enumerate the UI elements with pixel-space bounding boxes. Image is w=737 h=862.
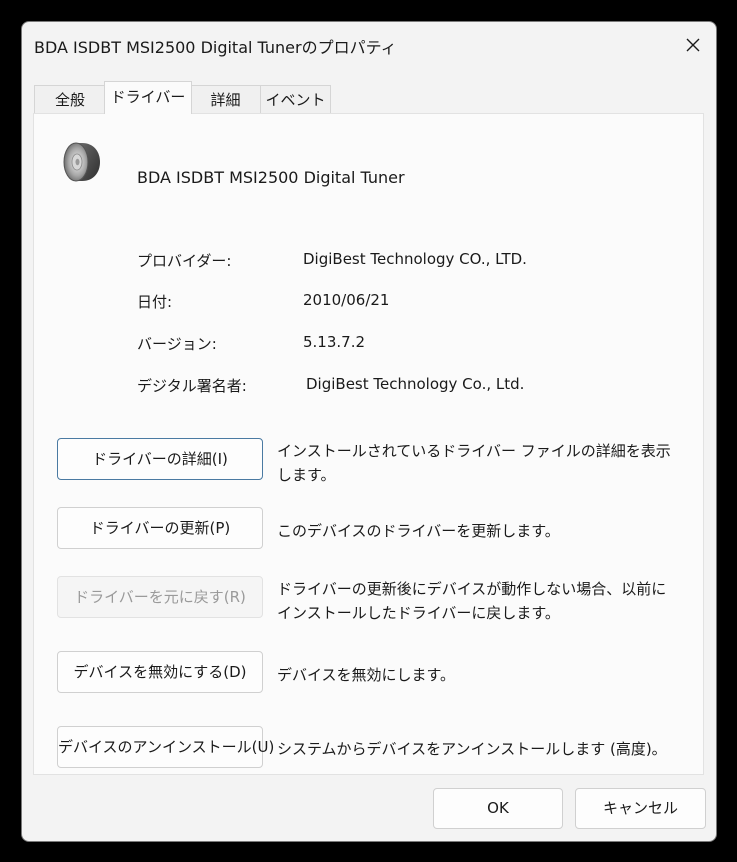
date-label: 日付: bbox=[137, 293, 173, 311]
date-value: 2010/06/21 bbox=[303, 291, 390, 309]
driver-tab-panel: BDA ISDBT MSI2500 Digital Tuner プロバイダー: … bbox=[33, 113, 704, 775]
device-name: BDA ISDBT MSI2500 Digital Tuner bbox=[137, 168, 405, 187]
uninstall-device-button[interactable]: デバイスのアンインストール(U) bbox=[57, 726, 274, 768]
rollback-driver-description: ドライバーの更新後にデバイスが動作しない場合、以前にインストールしたドライバーに… bbox=[277, 580, 667, 622]
tab-driver[interactable]: ドライバー bbox=[104, 81, 192, 114]
window-title: BDA ISDBT MSI2500 Digital Tunerのプロパティ bbox=[34, 38, 397, 57]
cancel-button[interactable]: キャンセル bbox=[575, 788, 706, 829]
version-label: バージョン: bbox=[137, 335, 217, 353]
update-driver-button[interactable]: ドライバーの更新(P) bbox=[57, 507, 263, 549]
tab-details[interactable]: 詳細 bbox=[190, 85, 261, 113]
tab-events[interactable]: イベント bbox=[260, 85, 331, 113]
version-value: 5.13.7.2 bbox=[303, 333, 366, 351]
close-icon bbox=[686, 38, 700, 52]
close-button[interactable] bbox=[670, 22, 716, 68]
title-bar: BDA ISDBT MSI2500 Digital Tunerのプロパティ bbox=[22, 22, 716, 68]
driver-details-button[interactable]: ドライバーの詳細(I) bbox=[57, 438, 263, 480]
rollback-driver-button[interactable]: ドライバーを元に戻す(R) bbox=[57, 576, 263, 618]
signer-label: デジタル署名者: bbox=[137, 377, 247, 395]
speaker-icon bbox=[63, 142, 100, 182]
provider-label: プロバイダー: bbox=[137, 252, 232, 270]
driver-details-description: インストールされているドライバー ファイルの詳細を表示します。 bbox=[277, 442, 671, 484]
ok-button[interactable]: OK bbox=[433, 788, 563, 829]
tab-general[interactable]: 全般 bbox=[34, 85, 106, 113]
disable-device-description: デバイスを無効にします。 bbox=[277, 666, 456, 684]
signer-value: DigiBest Technology Co., Ltd. bbox=[306, 375, 525, 393]
provider-value: DigiBest Technology CO., LTD. bbox=[303, 250, 527, 268]
disable-device-button[interactable]: デバイスを無効にする(D) bbox=[57, 651, 263, 693]
properties-dialog: BDA ISDBT MSI2500 Digital Tunerのプロパティ 全般… bbox=[21, 21, 717, 842]
uninstall-device-description: システムからデバイスをアンインストールします (高度)。 bbox=[277, 740, 667, 758]
update-driver-description: このデバイスのドライバーを更新します。 bbox=[277, 522, 560, 540]
